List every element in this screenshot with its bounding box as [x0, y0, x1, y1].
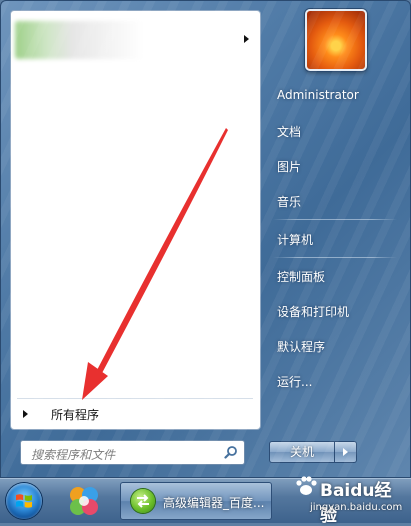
programs-separator: [17, 398, 253, 399]
menu-separator: [273, 219, 397, 220]
blurred-program-entry: [15, 21, 143, 59]
taskbar-browser-button[interactable]: 高级编辑器_百度...: [120, 482, 272, 520]
shutdown-options-button[interactable]: [335, 441, 357, 463]
menu-item-administrator[interactable]: Administrator: [277, 88, 359, 102]
green-browser-icon: [131, 489, 155, 513]
baidu-paw-icon: [296, 476, 317, 495]
menu-item-run[interactable]: 运行...: [277, 373, 312, 390]
all-programs-label: 所有程序: [51, 408, 100, 422]
windows-flag-icon: [16, 494, 32, 508]
menu-item-default-programs[interactable]: 默认程序: [277, 338, 325, 355]
start-menu: 所有程序 搜索程序和文件 Administrator 文档 图片 音乐 计算机 …: [0, 0, 411, 478]
programs-panel: 所有程序: [10, 10, 261, 430]
submenu-arrow-icon[interactable]: [244, 35, 249, 43]
multicolor-app-icon[interactable]: [66, 484, 102, 518]
all-programs-item[interactable]: 所有程序: [17, 403, 255, 425]
user-avatar[interactable]: [305, 9, 367, 71]
menu-item-control-panel[interactable]: 控制面板: [277, 268, 325, 285]
search-input[interactable]: 搜索程序和文件: [20, 440, 245, 465]
menu-separator: [273, 257, 397, 258]
menu-item-pictures[interactable]: 图片: [277, 158, 301, 175]
chevron-right-icon: [343, 448, 348, 456]
search-placeholder: 搜索程序和文件: [31, 448, 116, 462]
search-icon[interactable]: [224, 445, 238, 459]
watermark-brand: Baidu经验: [320, 481, 392, 526]
watermark-url: jingyan.baidu.com: [310, 502, 403, 513]
shutdown-button[interactable]: 关机: [269, 441, 335, 463]
menu-item-devices-printers[interactable]: 设备和打印机: [277, 303, 349, 320]
taskbar-app-label: 高级编辑器_百度...: [163, 496, 265, 510]
windows-start-orb-icon[interactable]: [6, 483, 42, 519]
menu-item-music[interactable]: 音乐: [277, 193, 301, 210]
pinned-program-item[interactable]: [15, 21, 255, 61]
expand-arrow-icon: [23, 410, 28, 418]
menu-item-documents[interactable]: 文档: [277, 123, 301, 140]
baidu-watermark: Baidu经验 jingyan.baidu.com: [290, 470, 408, 526]
menu-item-computer[interactable]: 计算机: [277, 231, 313, 248]
